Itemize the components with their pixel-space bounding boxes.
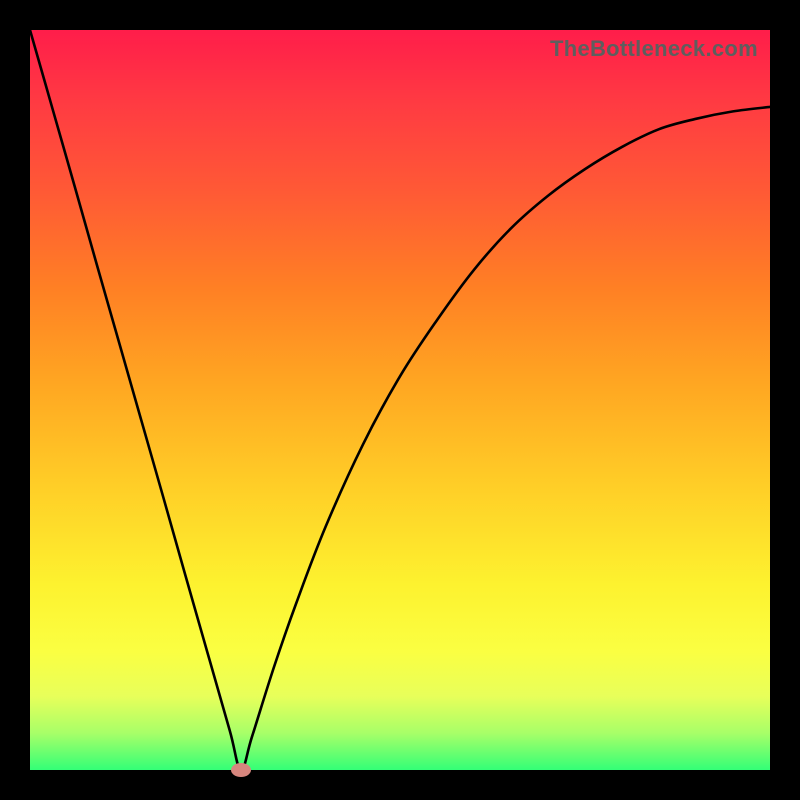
chart-frame: TheBottleneck.com [0,0,800,800]
minimum-marker [231,763,251,777]
bottleneck-curve [30,30,770,770]
plot-area: TheBottleneck.com [30,30,770,770]
